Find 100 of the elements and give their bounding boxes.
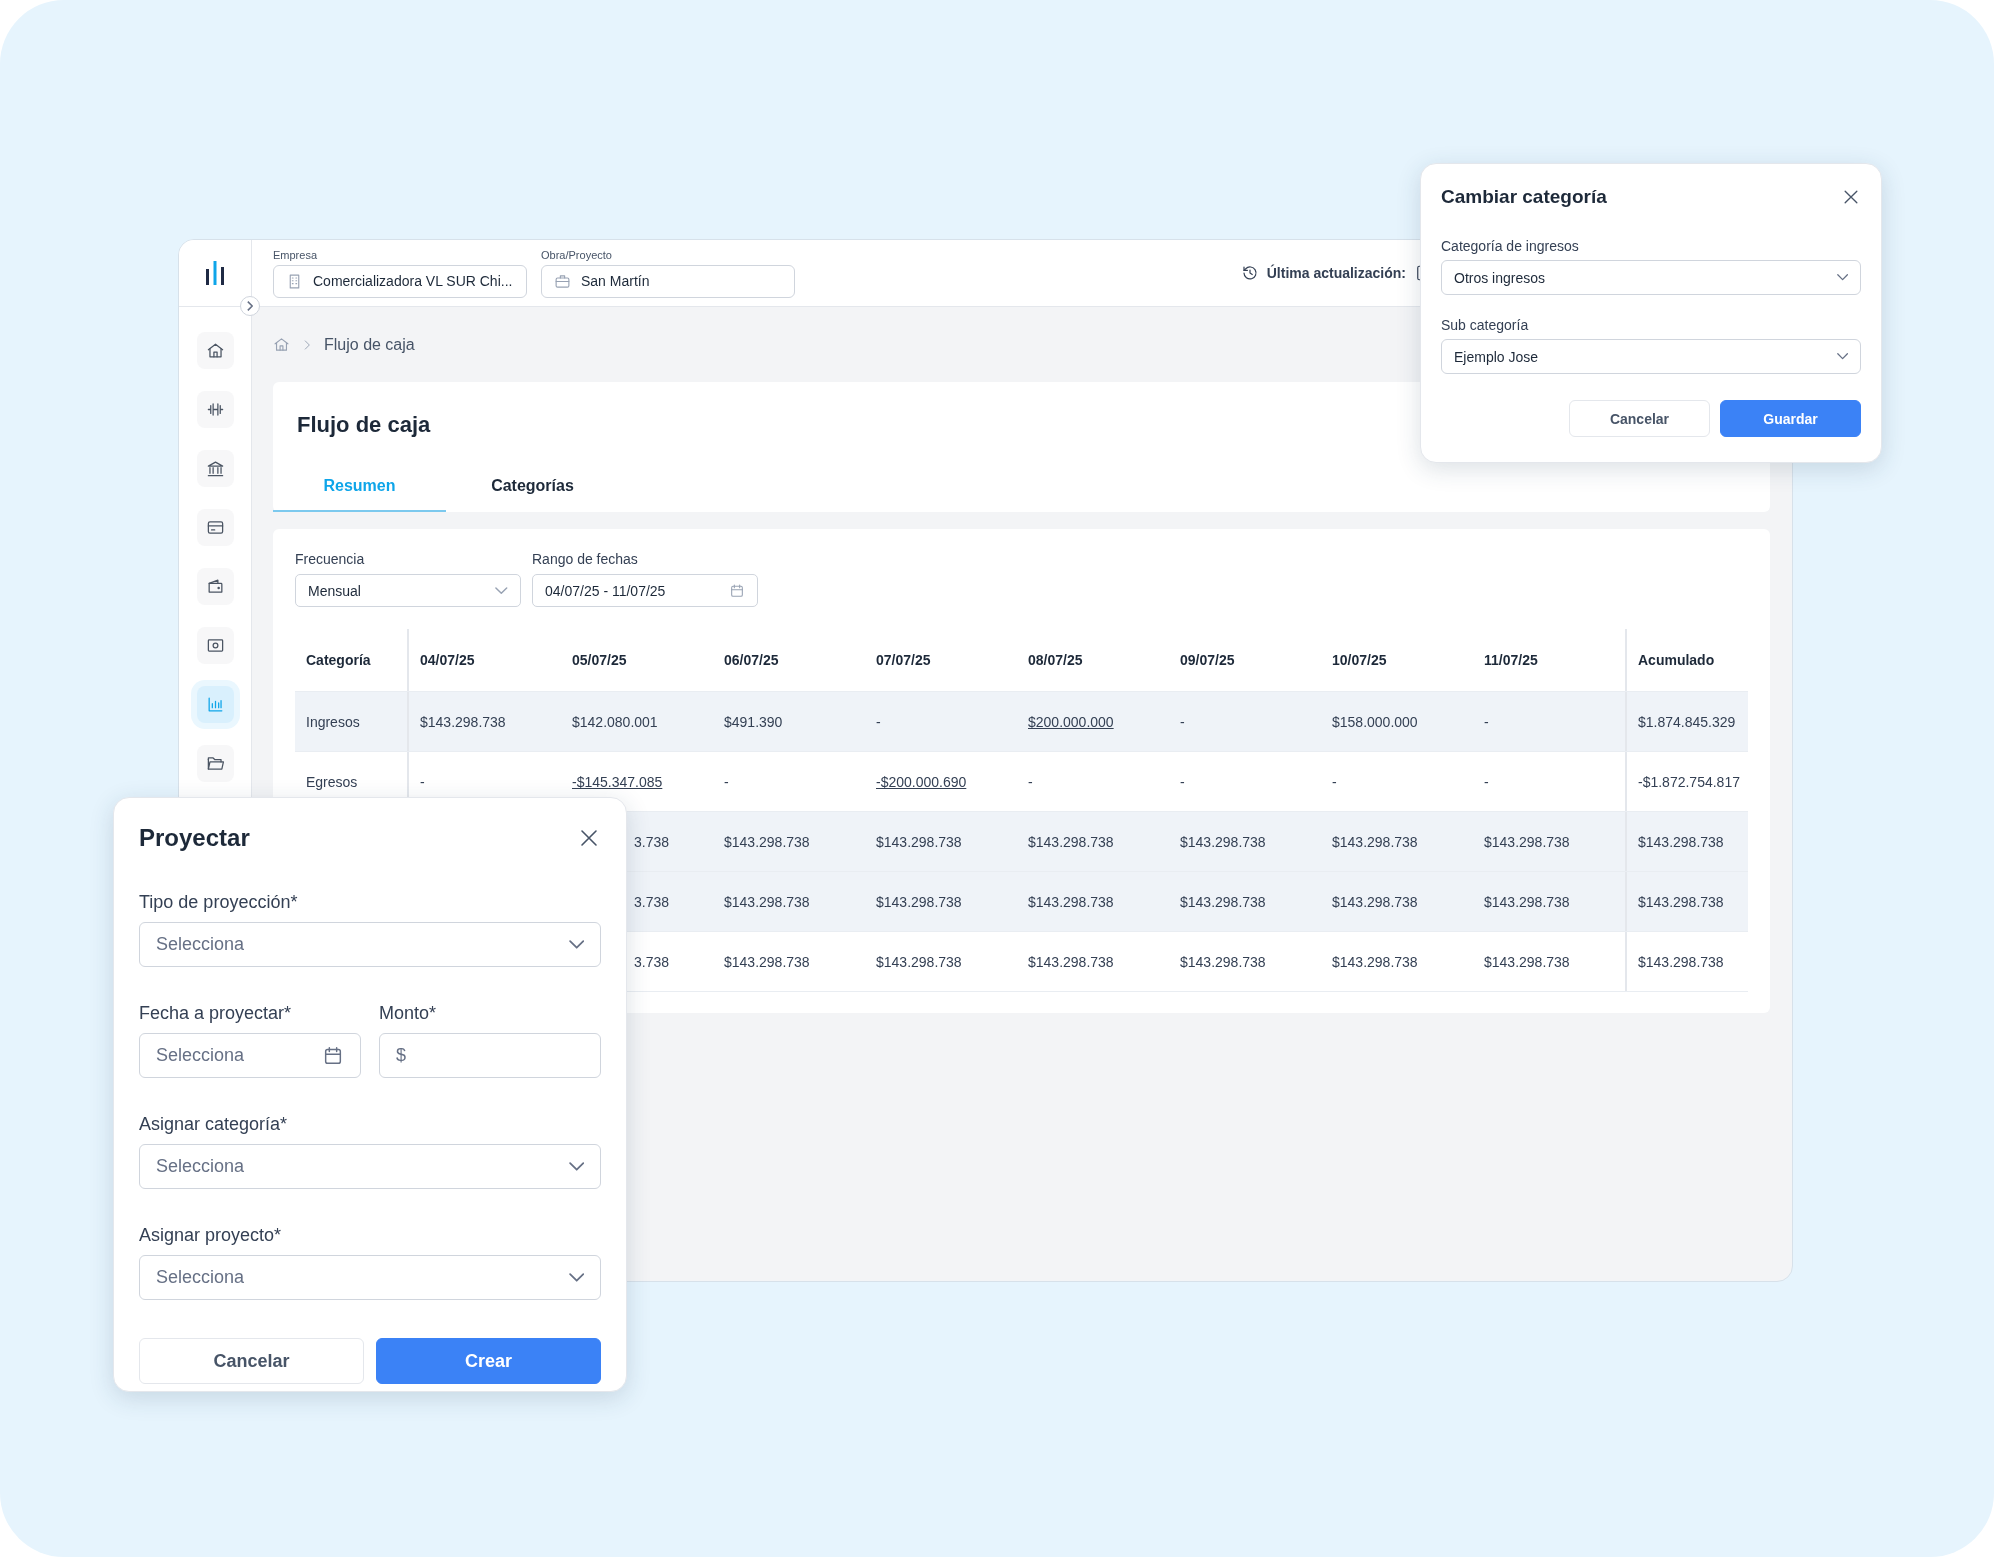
table-cell: $143.298.738	[1484, 953, 1570, 970]
cancel-button[interactable]: Cancelar	[139, 1338, 364, 1384]
dialog-title: Proyectar	[139, 824, 250, 852]
select-field[interactable]: Selecciona	[139, 1255, 601, 1300]
table-cell: Egresos	[306, 773, 358, 790]
table-cell: 3.738	[633, 953, 669, 970]
amount-link[interactable]: -$200.000.690	[876, 773, 967, 790]
sidebar-item[interactable]	[196, 450, 234, 487]
table-cell: -	[876, 713, 881, 730]
field-label: Tipo de proyección*	[139, 892, 299, 913]
history-icon	[1240, 264, 1259, 282]
dialog-title: Cambiar categoría	[1441, 186, 1607, 208]
table-cell: $143.298.738	[1638, 833, 1724, 850]
table-cell: $143.298.738	[420, 713, 506, 730]
table-cell: $143.298.738	[1332, 953, 1418, 970]
select-field[interactable]: Otros ingresos	[1441, 260, 1861, 295]
sidebar-item[interactable]	[196, 745, 234, 782]
calendar-icon	[729, 582, 745, 599]
save-button[interactable]: Guardar	[1720, 400, 1861, 437]
table-cell: -	[1180, 773, 1185, 790]
table-cell: $143.298.738	[1638, 893, 1724, 910]
table-cell: $143.298.738	[1484, 893, 1570, 910]
select-field[interactable]: Selecciona	[139, 1144, 601, 1189]
logo-icon	[204, 261, 226, 285]
select-field[interactable]: Mensual	[295, 574, 521, 607]
tab[interactable]: Categorías	[446, 462, 619, 512]
banknote-icon	[205, 636, 225, 655]
table-cell: $143.298.738	[1332, 893, 1418, 910]
chevron-down-icon	[568, 940, 584, 949]
chevron-down-icon	[568, 1162, 584, 1171]
column-header: 11/07/25	[1483, 651, 1539, 670]
table-cell: $143.298.738	[1028, 953, 1114, 970]
create-button[interactable]: Crear	[376, 1338, 601, 1384]
home-icon	[273, 336, 290, 353]
column-header: 10/07/25	[1331, 651, 1388, 670]
table-cell: $143.298.738	[1180, 953, 1266, 970]
sidebar-item[interactable]	[196, 568, 234, 605]
field-label: Monto*	[379, 1003, 438, 1024]
table-cell: $491.390	[724, 713, 783, 730]
chevron-down-icon	[568, 1273, 584, 1282]
table-cell: -	[1180, 713, 1185, 730]
table-cell: -$1.872.754.817	[1638, 773, 1740, 790]
table-cell: -	[1332, 773, 1337, 790]
calendar-icon	[322, 1044, 344, 1067]
table-cell: $142.080.001	[572, 713, 658, 730]
field-label: Categoría de ingresos	[1441, 238, 1580, 254]
column-header: 09/07/25	[1179, 651, 1236, 670]
field-label: Obra/Proyecto	[541, 248, 613, 261]
home-icon	[205, 341, 225, 360]
column-header: 06/07/25	[723, 651, 780, 670]
chevron-down-icon	[495, 586, 508, 595]
field-label: Rango de fechas	[532, 551, 639, 567]
field-label: Fecha a proyectar*	[139, 1003, 293, 1024]
field-label: Asignar proyecto*	[139, 1225, 283, 1246]
credit-card-icon	[205, 518, 225, 537]
table-cell: -	[1028, 773, 1033, 790]
amount-link[interactable]: -$145.347.085	[572, 773, 663, 790]
table-cell: $143.298.738	[876, 833, 962, 850]
page-title: Flujo de caja	[297, 412, 431, 439]
table-cell: $143.298.738	[1484, 833, 1570, 850]
column-header: 08/07/25	[1027, 651, 1084, 670]
table-cell: 3.738	[633, 893, 669, 910]
table-cell: $143.298.738	[724, 893, 810, 910]
table-cell: $143.298.738	[1180, 893, 1266, 910]
briefcase-icon	[554, 272, 571, 290]
sidebar-item[interactable]	[196, 391, 234, 428]
select-field[interactable]: Ejemplo Jose	[1441, 339, 1861, 374]
select-field[interactable]: Comercializadora VL SUR Chi...	[273, 264, 527, 298]
date-range-field[interactable]: 04/07/25 - 11/07/25	[532, 574, 758, 607]
table-cell: 3.738	[633, 833, 669, 850]
cancel-button[interactable]: Cancelar	[1569, 400, 1710, 437]
amount-field[interactable]: $	[379, 1033, 601, 1078]
last-update-label: Última actualización:	[1266, 265, 1406, 281]
field-label: Sub categoría	[1441, 317, 1530, 333]
date-field[interactable]: Selecciona	[139, 1033, 361, 1078]
table-cell: $143.298.738	[1028, 893, 1114, 910]
bank-icon	[205, 459, 225, 478]
select-field[interactable]: San Martín	[541, 264, 795, 298]
table-cell: Ingresos	[306, 713, 360, 730]
field-label: Asignar categoría*	[139, 1114, 289, 1135]
table-cell: $143.298.738	[724, 953, 810, 970]
sidebar-item[interactable]	[196, 332, 234, 369]
table-cell: $1.874.845.329	[1638, 713, 1736, 730]
table-cell: $143.298.738	[876, 893, 962, 910]
amount-link[interactable]: $200.000.000	[1028, 713, 1114, 730]
field-label: Frecuencia	[295, 551, 366, 567]
breadcrumb-item[interactable]: Flujo de caja	[324, 335, 415, 354]
table-cell: $143.298.738	[1028, 833, 1114, 850]
table-cell: $143.298.738	[1180, 833, 1266, 850]
sidebar-item[interactable]	[196, 509, 234, 546]
sidebar-item[interactable]	[196, 627, 234, 664]
table-cell: $143.298.738	[1332, 833, 1418, 850]
column-header: 07/07/25	[875, 651, 932, 670]
chevron-right-icon	[247, 301, 253, 311]
select-field[interactable]: Selecciona	[139, 922, 601, 967]
table-cell: $143.298.738	[1638, 953, 1724, 970]
table-cell: -	[1484, 773, 1489, 790]
chevron-down-icon	[1836, 274, 1848, 281]
dumbbell-icon	[205, 400, 225, 419]
column-header: 05/07/25	[571, 651, 628, 670]
